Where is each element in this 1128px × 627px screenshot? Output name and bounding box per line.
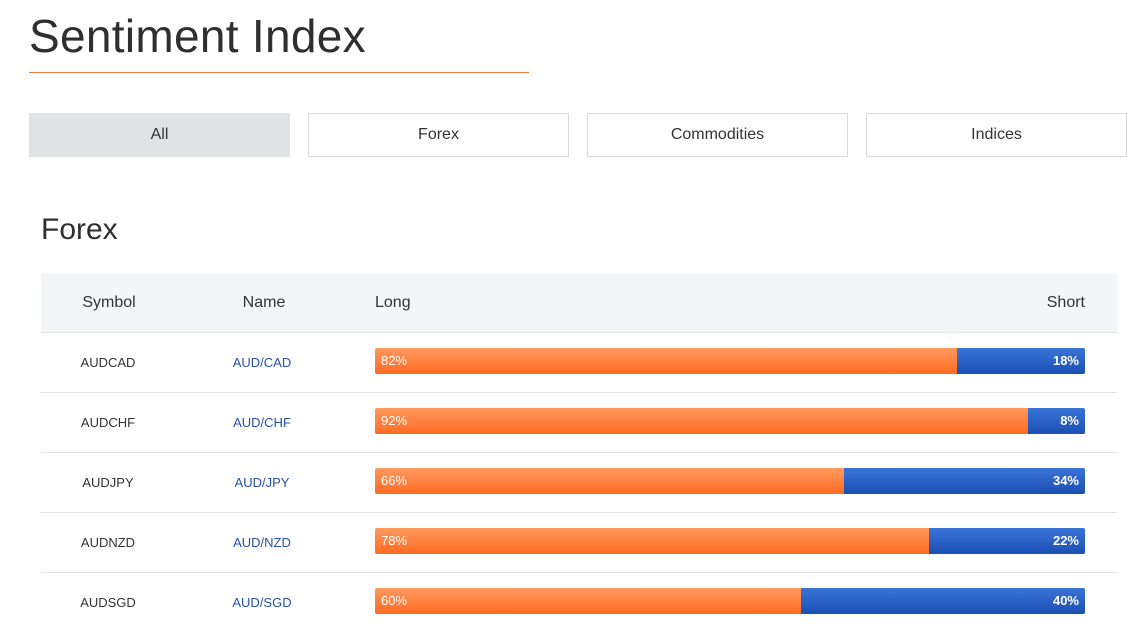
title-underline bbox=[29, 72, 529, 73]
tab-forex[interactable]: Forex bbox=[308, 113, 569, 157]
long-bar: 78% bbox=[375, 528, 929, 554]
row-symbol: AUDCHF bbox=[80, 415, 136, 430]
long-bar: 60% bbox=[375, 588, 801, 614]
sentiment-bar: 92% 8% bbox=[375, 408, 1085, 434]
row-name-link[interactable]: AUD/NZD bbox=[187, 513, 337, 572]
sentiment-bar: 66% 34% bbox=[375, 468, 1085, 494]
table-header: Symbol Name Long Short bbox=[41, 273, 1117, 333]
row-symbol: AUDJPY bbox=[82, 475, 134, 490]
section-title: Forex bbox=[41, 213, 118, 246]
sentiment-page: Sentiment Index All Forex Commodities In… bbox=[0, 0, 1128, 627]
tab-indices[interactable]: Indices bbox=[866, 113, 1127, 157]
long-bar: 82% bbox=[375, 348, 958, 374]
row-symbol: AUDSGD bbox=[80, 595, 136, 610]
category-tabs: All Forex Commodities Indices bbox=[29, 113, 1127, 157]
row-name-link[interactable]: AUD/CHF bbox=[187, 393, 337, 452]
short-bar: 22% bbox=[928, 528, 1085, 554]
sentiment-bar: 78% 22% bbox=[375, 528, 1085, 554]
long-bar: 66% bbox=[375, 468, 844, 494]
tab-commodities[interactable]: Commodities bbox=[587, 113, 848, 157]
table-row: AUDNZD AUD/NZD 78% 22% bbox=[41, 513, 1117, 573]
row-name-link[interactable]: AUD/JPY bbox=[187, 453, 337, 512]
sentiment-bar: 82% 18% bbox=[375, 348, 1085, 374]
table-row: AUDCAD AUD/CAD 82% 18% bbox=[41, 333, 1117, 393]
short-bar: 40% bbox=[801, 588, 1085, 614]
row-symbol: AUDNZD bbox=[80, 535, 136, 550]
header-long: Long bbox=[375, 294, 411, 311]
sentiment-bar: 60% 40% bbox=[375, 588, 1085, 614]
row-symbol: AUDCAD bbox=[80, 355, 136, 370]
row-name-link[interactable]: AUD/CAD bbox=[187, 333, 337, 392]
row-name-link[interactable]: AUD/SGD bbox=[187, 573, 337, 627]
short-bar: 34% bbox=[843, 468, 1085, 494]
header-short: Short bbox=[1046, 294, 1085, 311]
header-name: Name bbox=[242, 294, 286, 311]
table-row: AUDJPY AUD/JPY 66% 34% bbox=[41, 453, 1117, 513]
long-bar: 92% bbox=[375, 408, 1029, 434]
table-row: AUDCHF AUD/CHF 92% 8% bbox=[41, 393, 1117, 453]
header-symbol: Symbol bbox=[82, 294, 136, 311]
sentiment-table: Symbol Name Long Short AUDCAD AUD/CAD 82… bbox=[41, 273, 1117, 627]
short-bar: 8% bbox=[1028, 408, 1085, 434]
short-bar: 18% bbox=[957, 348, 1085, 374]
page-title: Sentiment Index bbox=[29, 10, 366, 62]
tab-all[interactable]: All bbox=[29, 113, 290, 157]
table-row: AUDSGD AUD/SGD 60% 40% bbox=[41, 573, 1117, 627]
